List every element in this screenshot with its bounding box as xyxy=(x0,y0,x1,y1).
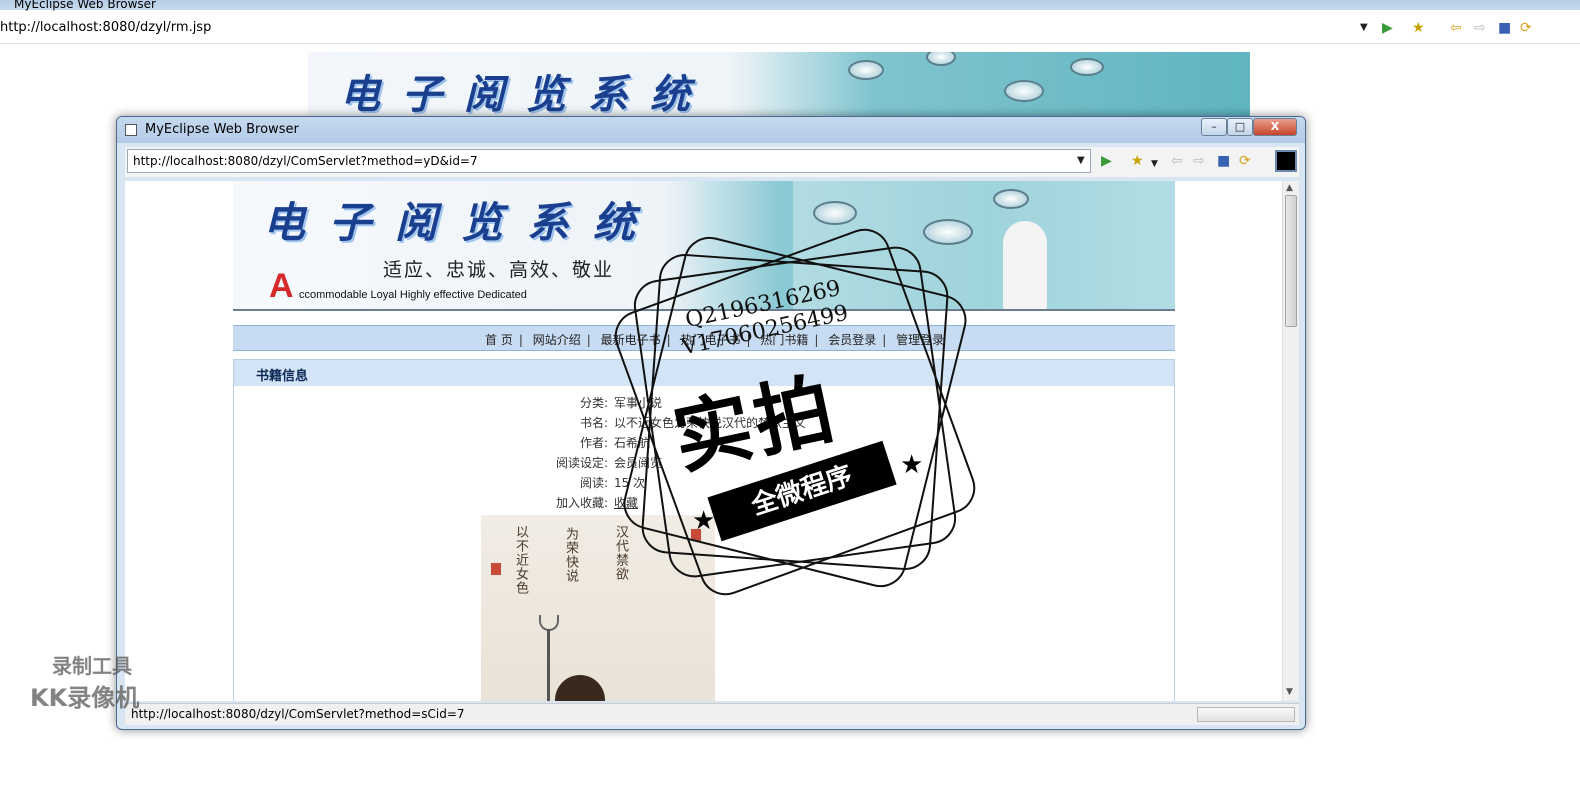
back-icon[interactable]: ⇦ xyxy=(1171,153,1183,169)
nav-separator: | xyxy=(814,333,819,347)
nav-new-ebooks[interactable]: 最新电子书 xyxy=(595,331,667,348)
banner-photo xyxy=(793,181,1175,309)
lamp-icon xyxy=(926,52,956,66)
nav-member-login[interactable]: 会员登录 xyxy=(822,331,882,348)
panel-title: 书籍信息 xyxy=(256,369,309,384)
close-button[interactable]: X xyxy=(1253,118,1297,136)
lamp-icon xyxy=(1004,80,1044,102)
panel-header: 书籍信息 xyxy=(234,360,1174,386)
nav-admin-login[interactable]: 管理登录 xyxy=(890,331,950,348)
info-row-access: 阅读设定: 会员阅览 xyxy=(234,454,1174,474)
outer-browser-title: MyEclipse Web Browser xyxy=(14,0,156,11)
outer-page-banner: 电子阅览系统 xyxy=(308,52,1250,116)
forward-icon[interactable]: ⇨ xyxy=(1474,20,1486,36)
favorite-link[interactable]: 收藏 xyxy=(614,494,638,511)
scroll-down-icon[interactable]: ▼ xyxy=(1286,687,1293,697)
status-progress-bar xyxy=(1197,707,1295,722)
nav-separator: | xyxy=(746,333,751,347)
browser-window: MyEclipse Web Browser – □ X ▼ ▶ ★ ▼ ⇦ ⇨ … xyxy=(116,116,1306,730)
cover-calligraphy: 为荣快说 xyxy=(563,527,578,583)
category-value: 军事小说 xyxy=(614,396,663,410)
book-title-value: 以不近女色为荣快说汉代的禁欲主义 xyxy=(614,416,807,430)
url-dropdown-icon[interactable]: ▼ xyxy=(1077,155,1085,166)
scroll-thumb[interactable] xyxy=(1285,195,1297,327)
logo-letter: A xyxy=(269,267,294,305)
scroll-up-icon[interactable]: ▲ xyxy=(1286,183,1293,193)
seal-icon xyxy=(691,529,701,541)
nav-separator: | xyxy=(882,333,887,347)
console-icon[interactable] xyxy=(1275,150,1297,172)
favorites-icon[interactable]: ★ xyxy=(1131,153,1144,169)
nav-hot-books[interactable]: 热门书籍 xyxy=(754,331,814,348)
nav-hot-ebooks[interactable]: 热门电子书 xyxy=(674,331,746,348)
figure-head xyxy=(555,675,605,701)
favorites-icon[interactable]: ★ xyxy=(1412,20,1425,36)
cover-calligraphy: 汉代禁欲 xyxy=(613,525,628,581)
go-icon[interactable]: ▶ xyxy=(1101,153,1112,169)
info-row-favorite: 加入收藏: 收藏 xyxy=(234,494,1174,514)
info-row-reads: 阅读: 15 次 xyxy=(234,474,1174,494)
url-input[interactable] xyxy=(127,149,1091,173)
nav-separator: | xyxy=(518,333,523,347)
seal-icon xyxy=(491,563,501,575)
nav-separator: | xyxy=(666,333,671,347)
site-title: 电子阅览系统 xyxy=(263,198,660,247)
site-slogan: 适应、忠诚、高效、敬业 xyxy=(383,259,615,281)
author-value: 石希航 xyxy=(614,436,651,450)
status-text: http://localhost:8080/dzyl/ComServlet?me… xyxy=(131,707,465,721)
forward-icon[interactable]: ⇨ xyxy=(1193,153,1205,169)
window-title: MyEclipse Web Browser xyxy=(145,122,299,137)
access-label: 阅读设定: xyxy=(555,456,608,470)
reads-value: 15 次 xyxy=(614,476,646,490)
info-row-author: 作者: 石希航 xyxy=(234,434,1174,454)
back-icon[interactable]: ⇦ xyxy=(1450,20,1462,36)
info-row-category: 分类: 军事小说 xyxy=(234,394,1174,414)
site-banner: 电子阅览系统 适应、忠诚、高效、敬业 A ccommodable Loyal H… xyxy=(233,181,1175,311)
nav-separator: | xyxy=(586,333,591,347)
stop-icon[interactable]: ■ xyxy=(1498,20,1511,36)
main-nav: 首 页 | 网站介绍 | 最新电子书 | 热门电子书 | 热门书籍 | 会员登录 | 管理登… xyxy=(233,325,1175,351)
vertical-scrollbar[interactable]: ▲ ▼ xyxy=(1282,181,1299,701)
favorite-label: 加入收藏: xyxy=(555,496,608,510)
browser-viewport: 电子阅览系统 适应、忠诚、高效、敬业 A ccommodable Loyal H… xyxy=(125,181,1299,701)
go-icon[interactable]: ▶ xyxy=(1382,20,1393,36)
lamp-icon xyxy=(1070,58,1104,76)
window-toolbar: ▼ ▶ ★ ▼ ⇦ ⇨ ■ ⟳ xyxy=(125,147,1299,177)
outer-browser-titlebar: MyEclipse Web Browser xyxy=(0,0,1580,11)
recorder-line2: KK录像机 xyxy=(30,684,140,712)
lamp-icon xyxy=(923,219,973,245)
outer-url-dropdown-icon[interactable]: ▼ xyxy=(1360,22,1368,33)
stop-icon[interactable]: ■ xyxy=(1217,153,1230,169)
cover-calligraphy: 以不近女色 xyxy=(513,525,528,595)
outer-browser-toolbar: http://localhost:8080/dzyl/rm.jsp ▼ ▶ ★ … xyxy=(0,14,1580,44)
nav-about[interactable]: 网站介绍 xyxy=(527,331,587,348)
staff-figure xyxy=(547,629,550,701)
favorites-dropdown-icon[interactable]: ▼ xyxy=(1151,156,1158,172)
site-slogan-english: ccommodable Loyal Highly effective Dedic… xyxy=(299,289,527,301)
refresh-icon[interactable]: ⟳ xyxy=(1239,153,1251,169)
refresh-icon[interactable]: ⟳ xyxy=(1520,20,1532,36)
maximize-button[interactable]: □ xyxy=(1227,118,1253,136)
app-icon xyxy=(125,124,137,136)
window-titlebar[interactable]: MyEclipse Web Browser – □ X xyxy=(117,117,1305,143)
outer-banner-title: 电子阅览系统 xyxy=(340,71,712,116)
book-title-label: 书名: xyxy=(579,416,608,430)
access-value: 会员阅览 xyxy=(614,456,663,470)
lamp-icon xyxy=(848,60,884,80)
outer-url-field[interactable]: http://localhost:8080/dzyl/rm.jsp xyxy=(0,20,211,35)
lamp-icon xyxy=(813,201,857,225)
nav-home[interactable]: 首 页 xyxy=(479,331,519,348)
surgeon-figure xyxy=(1003,221,1047,309)
minimize-button[interactable]: – xyxy=(1201,118,1227,136)
author-label: 作者: xyxy=(579,436,608,450)
lamp-icon xyxy=(993,189,1029,209)
status-bar: http://localhost:8080/dzyl/ComServlet?me… xyxy=(125,703,1299,725)
book-cover-image: 以不近女色 为荣快说 汉代禁欲 xyxy=(481,515,715,701)
info-row-title: 书名: 以不近女色为荣快说汉代的禁欲主义 xyxy=(234,414,1174,434)
category-label: 分类: xyxy=(579,396,608,410)
recorder-line1: 录制工具 xyxy=(52,654,132,678)
reads-label: 阅读: xyxy=(579,476,608,490)
